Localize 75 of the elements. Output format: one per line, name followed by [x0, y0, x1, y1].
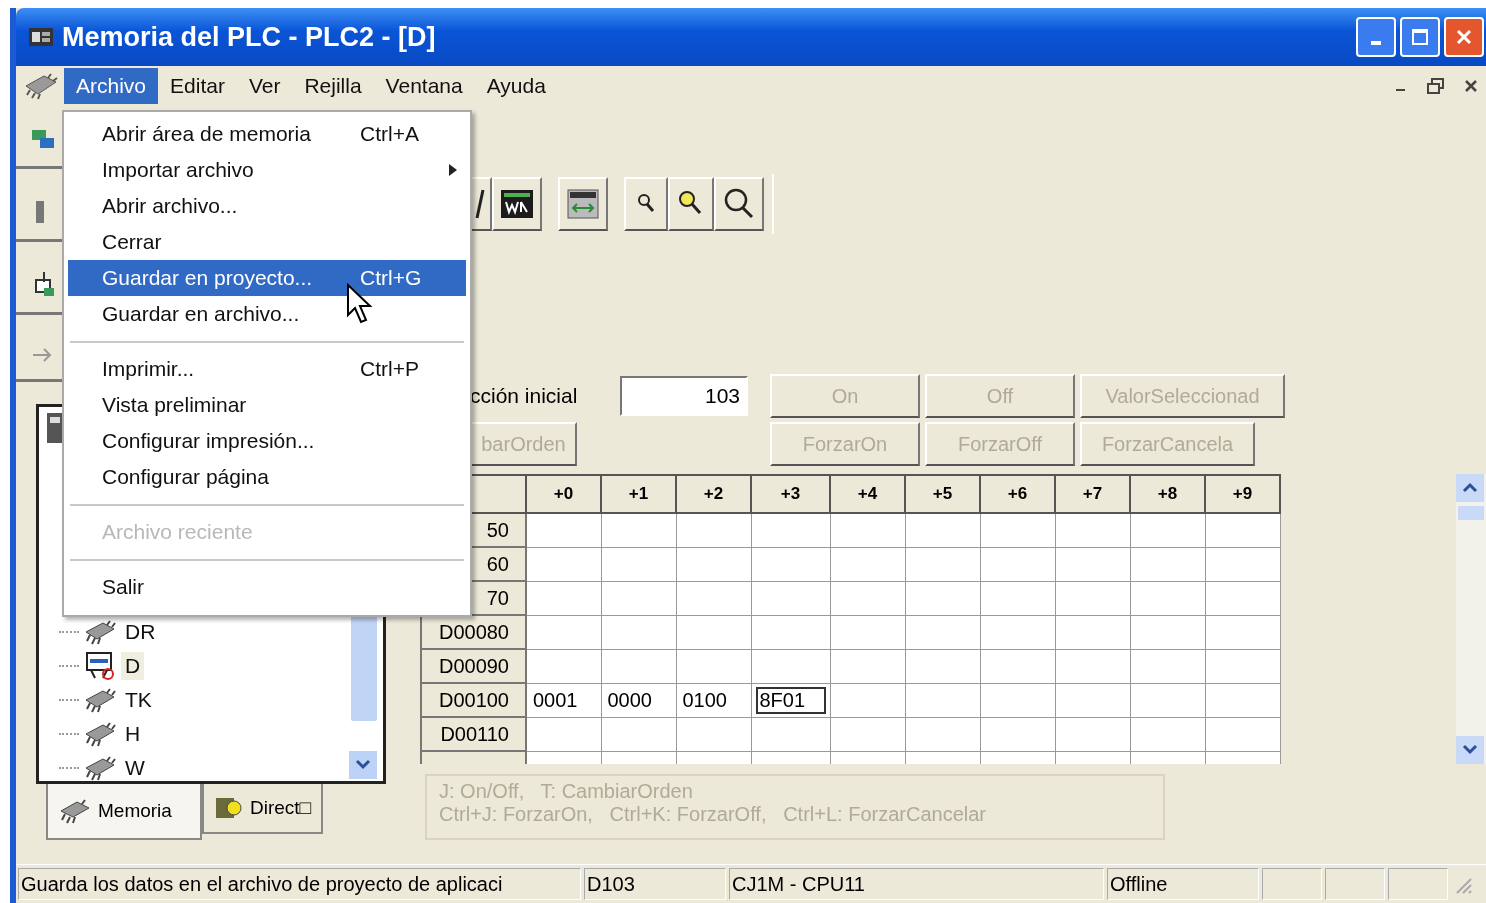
- submenu-arrow-icon: [448, 163, 458, 177]
- address-label: cción inicial: [470, 384, 579, 408]
- scrollbar[interactable]: [1456, 474, 1486, 764]
- column-header: +1: [601, 475, 676, 513]
- chip-icon: [83, 618, 117, 646]
- column-header: +0: [526, 475, 601, 513]
- panel-tab[interactable]: Direct□: [202, 784, 324, 834]
- tree-item[interactable]: D: [121, 652, 145, 680]
- toolbar-button[interactable]: [558, 177, 608, 231]
- column-header: +9: [1205, 475, 1280, 513]
- close-icon: [1455, 28, 1473, 46]
- panel-tab[interactable]: Memoria: [46, 784, 202, 840]
- status-pane: [1388, 868, 1448, 900]
- transfer-icon: [565, 186, 601, 222]
- menu-item[interactable]: Ventana: [373, 68, 475, 104]
- column-header: +3: [751, 475, 830, 513]
- menu-item[interactable]: Ayuda: [474, 68, 558, 104]
- close-button[interactable]: [1444, 17, 1484, 57]
- menu-item[interactable]: Rejilla: [292, 68, 374, 104]
- menu-item[interactable]: Editar: [158, 68, 237, 104]
- status-pane: [1325, 868, 1385, 900]
- tree-item[interactable]: DR: [121, 618, 160, 646]
- column-header: +7: [1055, 475, 1130, 513]
- scroll-thumb[interactable]: [1458, 506, 1484, 520]
- minimize-icon: [1371, 41, 1381, 45]
- address-field[interactable]: 103: [620, 376, 748, 416]
- menu-item[interactable]: Configurar impresión...: [68, 423, 466, 459]
- chip-icon: [83, 686, 117, 714]
- menu-item[interactable]: Guardar en archivo...: [68, 296, 466, 332]
- column-header: +6: [980, 475, 1055, 513]
- row-header: D00080: [421, 615, 526, 649]
- minimize-button[interactable]: [1356, 17, 1396, 57]
- scroll-down-icon[interactable]: [349, 751, 377, 779]
- scroll-down-icon[interactable]: [1456, 736, 1484, 764]
- maximize-button[interactable]: [1400, 17, 1440, 57]
- status-pane: [1262, 868, 1322, 900]
- zoom-button[interactable]: [714, 177, 764, 231]
- shortcut-hint-box: J: On/Off, T: CambiarOrden Ctrl+J: ForzarOn, Ctrl+K: ForzarOff, Ctrl+L: ForzarCancelar: [425, 774, 1165, 840]
- status-pane: Guarda los datos en el archivo de proyecto de aplicaci: [18, 868, 581, 900]
- menu-item[interactable]: Configurar página: [68, 459, 466, 495]
- tree-item[interactable]: H: [121, 720, 145, 748]
- zoom-button[interactable]: [668, 177, 714, 231]
- app-icon: [28, 26, 54, 48]
- device-icon: [45, 411, 65, 445]
- chip-icon: [83, 720, 117, 748]
- scroll-up-icon[interactable]: [1456, 474, 1484, 502]
- column-header: +4: [830, 475, 905, 513]
- zoom-button[interactable]: [624, 177, 668, 231]
- tree-item[interactable]: W: [121, 754, 149, 782]
- table-cell[interactable]: 8F01: [755, 686, 826, 714]
- menu-item[interactable]: Guardar en proyecto... Ctrl+G: [68, 260, 466, 296]
- window-title: Memoria del PLC - PLC2 - [D]: [62, 21, 436, 53]
- maximize-icon: [1411, 28, 1429, 46]
- column-header: +5: [905, 475, 980, 513]
- menu-item[interactable]: Archivo: [64, 68, 159, 104]
- menu-item[interactable]: Ver: [236, 68, 293, 104]
- column-header: +2: [676, 475, 751, 513]
- menu-item[interactable]: Cerrar: [68, 224, 466, 260]
- menu-item[interactable]: Imprimir... Ctrl+P: [68, 351, 466, 387]
- row-header: D00100: [421, 683, 526, 717]
- status-pane: CJ1M - CPU11: [729, 868, 1104, 900]
- restore-icon[interactable]: [1426, 77, 1446, 95]
- menu-item[interactable]: Abrir archivo...: [68, 188, 466, 224]
- status-pane: Offline: [1107, 868, 1259, 900]
- tree-item[interactable]: TK: [121, 686, 156, 714]
- menu-item[interactable]: Vista preliminar: [68, 387, 466, 423]
- toolbar-button[interactable]: [492, 177, 542, 231]
- menu-item[interactable]: Importar archivo: [68, 152, 466, 188]
- status-pane: D103: [584, 868, 726, 900]
- column-header: +8: [1130, 475, 1205, 513]
- monitor-icon: [83, 651, 117, 681]
- row-header: D00110: [421, 717, 526, 751]
- row-header: D00090: [421, 649, 526, 683]
- chip-icon: [83, 754, 117, 782]
- menu-item[interactable]: Abrir área de memoria Ctrl+A: [68, 116, 466, 152]
